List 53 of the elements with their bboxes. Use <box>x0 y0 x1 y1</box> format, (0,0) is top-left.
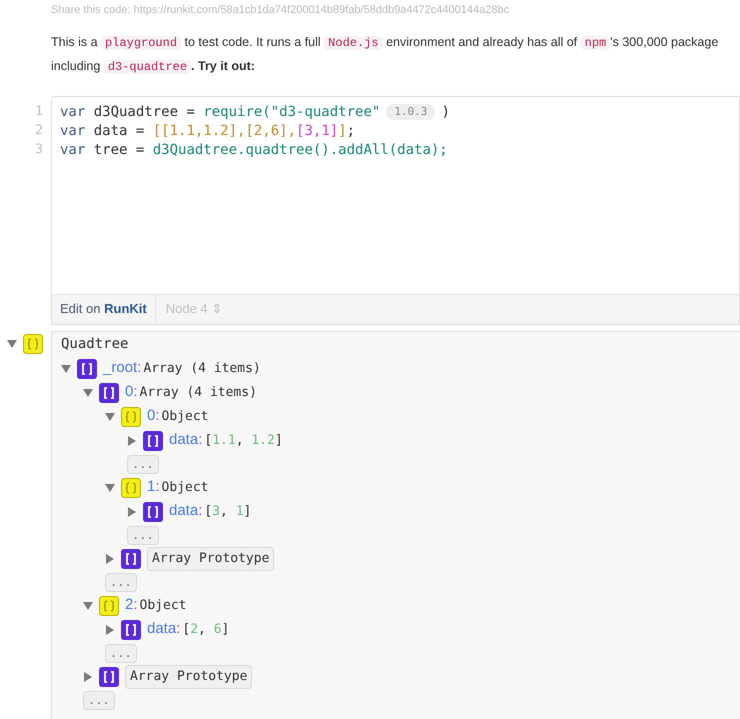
value-label: Array (4 items) <box>143 360 261 378</box>
array-brackets-icon <box>99 382 119 402</box>
edit-on-runkit-link[interactable]: Edit on RunKit <box>52 294 156 324</box>
array-brackets-icon <box>143 430 163 450</box>
property-key: data: <box>169 429 202 452</box>
share-link-text: Share this code: https://runkit.com/58a1cb1da74f200014b89fab/58ddb9a4472c4400144a28bc <box>50 3 510 18</box>
array-brackets-icon <box>121 620 141 640</box>
object-braces-icon <box>23 334 43 354</box>
expand-caret-icon[interactable] <box>105 554 115 564</box>
expand-caret-icon[interactable] <box>83 672 93 682</box>
array-value: [3, 1] <box>204 502 252 521</box>
line-number: 3 <box>35 140 43 158</box>
collapse-caret-icon[interactable] <box>7 338 17 348</box>
collapse-caret-icon[interactable] <box>83 600 93 610</box>
value-label: Object <box>140 596 186 615</box>
more-button[interactable]: ... <box>105 572 137 592</box>
value-label: Array (4 items) <box>140 384 257 402</box>
value-label: Object <box>162 478 208 497</box>
prototype-label[interactable]: Array Prototype <box>147 546 274 570</box>
value-label: Object <box>162 408 208 426</box>
collapse-caret-icon[interactable] <box>61 364 71 374</box>
array-brackets-icon <box>99 666 119 686</box>
line-number: 2 <box>35 122 43 140</box>
array-brackets-icon <box>143 502 163 522</box>
expand-caret-icon[interactable] <box>105 624 115 634</box>
property-key: _root: <box>103 357 142 380</box>
line-number: 1 <box>35 102 43 120</box>
property-key: 0: <box>147 405 160 428</box>
more-button[interactable]: ... <box>127 526 159 544</box>
array-value: [1.1, 1.2] <box>204 432 283 450</box>
property-key: data: <box>169 500 202 523</box>
intro-paragraph: This is a playground to test code. It runs a full Node.js environment and already has all of npm 's 300,000 package including d3-quadtree . Try it out: <box>50 34 720 76</box>
collapse-caret-icon[interactable] <box>105 412 115 422</box>
collapse-caret-icon[interactable] <box>83 388 93 398</box>
property-key: 0: <box>125 381 138 404</box>
object-braces-icon <box>99 596 119 616</box>
property-key: data: <box>147 618 180 641</box>
more-button[interactable]: ... <box>105 644 137 662</box>
object-braces-icon <box>121 478 141 498</box>
property-key: 2: <box>125 594 138 617</box>
object-braces-icon <box>121 406 141 426</box>
more-button[interactable]: ... <box>83 690 115 710</box>
array-brackets-icon <box>77 358 97 378</box>
expand-caret-icon[interactable] <box>127 436 137 446</box>
property-key: 1: <box>147 476 160 499</box>
version-badge[interactable]: 1.0.3 <box>386 104 436 120</box>
collapse-caret-icon[interactable] <box>105 482 115 492</box>
array-value: [2, 6] <box>182 620 230 639</box>
array-brackets-icon <box>121 548 141 568</box>
prototype-label[interactable]: Array Prototype <box>125 664 252 688</box>
more-button[interactable]: ... <box>127 454 159 474</box>
result-type-label: Quadtree <box>61 335 130 354</box>
expand-caret-icon[interactable] <box>127 506 137 516</box>
